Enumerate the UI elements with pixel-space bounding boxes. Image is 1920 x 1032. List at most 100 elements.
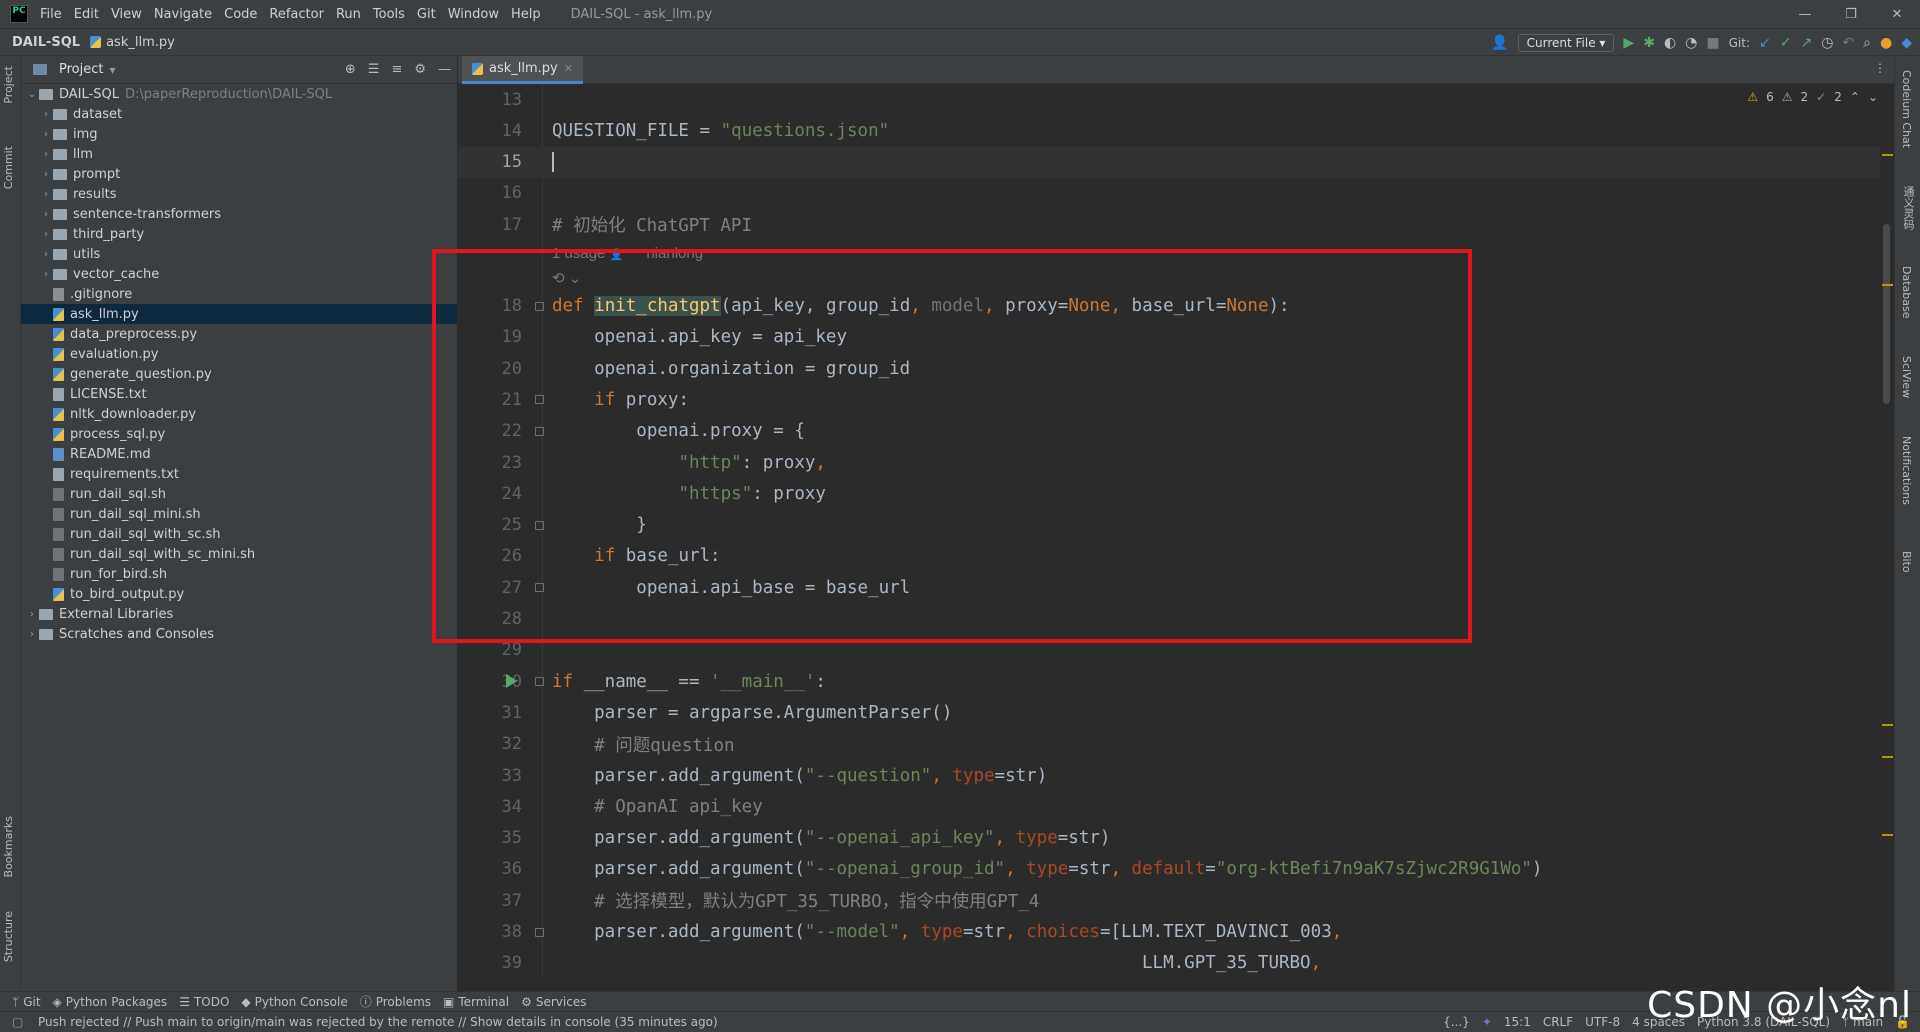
tab-bookmarks[interactable]: Bookmarks — [2, 816, 15, 877]
update-icon[interactable]: ● — [1880, 35, 1892, 51]
warning-marker[interactable] — [1882, 724, 1893, 726]
code-line[interactable]: 34 # OpanAI api_key — [458, 791, 1880, 822]
ai-assistant-icon[interactable]: ✦ — [1482, 1015, 1492, 1029]
tree-file[interactable]: requirements.txt — [21, 464, 457, 484]
code-line[interactable]: 37 # 选择模型，默认为GPT_35_TURBO，指令中使用GPT_4 — [458, 885, 1880, 916]
project-panel-title[interactable]: Project — [59, 62, 103, 77]
caret-position[interactable]: 15:1 — [1504, 1015, 1531, 1029]
tree-file[interactable]: process_sql.py — [21, 424, 457, 444]
tree-folder[interactable]: › llm — [21, 144, 457, 164]
tab-project[interactable]: Project — [2, 66, 15, 104]
warning-marker[interactable] — [1882, 154, 1893, 156]
tab-ask-llm[interactable]: ask_llm.py ✕ — [462, 56, 583, 84]
chevron-right-icon[interactable]: › — [39, 269, 53, 280]
tree-folder[interactable]: › dataset — [21, 104, 457, 124]
code-line[interactable]: 31 parser = argparse.ArgumentParser() — [458, 697, 1880, 728]
chevron-right-icon[interactable]: › — [25, 609, 39, 620]
code-text[interactable]: QUESTION_FILE = "questions.json" — [552, 121, 889, 141]
code-line[interactable]: 35 parser.add_argument("--openai_api_key… — [458, 823, 1880, 854]
tree-file[interactable]: LICENSE.txt — [21, 384, 457, 404]
status-message[interactable]: Push rejected // Push main to origin/mai… — [38, 1015, 718, 1029]
tree-file[interactable]: data_preprocess.py — [21, 324, 457, 344]
tree-file[interactable]: nltk_downloader.py — [21, 404, 457, 424]
chevron-down-icon[interactable]: ▾ — [109, 63, 115, 77]
menu-navigate[interactable]: Navigate — [154, 7, 212, 22]
code-line[interactable]: 33 parser.add_argument("--question", typ… — [458, 760, 1880, 791]
toolbox-icon[interactable]: ◆ — [1901, 35, 1912, 51]
braces-widget[interactable]: {...} — [1443, 1015, 1470, 1029]
code-text[interactable]: parser.add_argument("--question", type=s… — [552, 766, 1047, 786]
tree-folder[interactable]: › img — [21, 124, 457, 144]
chevron-right-icon[interactable]: › — [39, 209, 53, 220]
tab-codeium-chat[interactable]: Codeium Chat — [1900, 70, 1913, 148]
hide-icon[interactable]: — — [438, 62, 451, 77]
tree-folder[interactable]: › sentence-transformers — [21, 204, 457, 224]
code-text[interactable]: parser.add_argument("--openai_api_key", … — [552, 828, 1110, 848]
menu-git[interactable]: Git — [417, 7, 436, 22]
warning-marker[interactable] — [1882, 756, 1893, 758]
more-icon[interactable]: ⋮ — [1874, 61, 1886, 75]
code-line[interactable]: 38 parser.add_argument("--model", type=s… — [458, 917, 1880, 948]
code-line[interactable]: 39 LLM.GPT_35_TURBO, — [458, 948, 1880, 975]
run-icon[interactable]: ▶ — [1623, 35, 1634, 51]
chevron-right-icon[interactable]: › — [39, 129, 53, 140]
code-line[interactable]: 17 # 初始化 ChatGPT API — [458, 209, 1880, 240]
chevron-right-icon[interactable]: › — [39, 249, 53, 260]
chevron-right-icon[interactable]: › — [39, 109, 53, 120]
tree-folder[interactable]: › utils — [21, 244, 457, 264]
tree-file[interactable]: run_dail_sql_mini.sh — [21, 504, 457, 524]
tree-file[interactable]: run_dail_sql.sh — [21, 484, 457, 504]
menu-code[interactable]: Code — [224, 7, 257, 22]
restore-button[interactable]: ❐ — [1828, 0, 1874, 28]
tree-file[interactable]: run_dail_sql_with_sc.sh — [21, 524, 457, 544]
chevron-right-icon[interactable]: › — [39, 229, 53, 240]
code-line[interactable]: 13 — [458, 84, 1880, 115]
tree-folder[interactable]: › vector_cache — [21, 264, 457, 284]
tree-root[interactable]: ⌄ DAIL-SQL D:\paperReproduction\DAIL-SQL — [21, 84, 457, 104]
layout-icon[interactable]: ▢ — [12, 1015, 23, 1029]
close-icon[interactable]: ✕ — [564, 62, 573, 75]
rollback-icon[interactable]: ↶ — [1842, 35, 1854, 51]
tree-file[interactable]: run_for_bird.sh — [21, 564, 457, 584]
tree-file[interactable]: README.md — [21, 444, 457, 464]
tree-file[interactable]: generate_question.py — [21, 364, 457, 384]
menu-run[interactable]: Run — [336, 7, 361, 22]
git-commit-icon[interactable]: ✓ — [1780, 35, 1792, 51]
code-line[interactable]: 36 parser.add_argument("--openai_group_i… — [458, 854, 1880, 885]
fold-marker-icon[interactable] — [535, 927, 544, 937]
tree-file[interactable]: to_bird_output.py — [21, 584, 457, 604]
code-line[interactable]: 16 — [458, 178, 1880, 209]
expand-all-icon[interactable]: ☰ — [368, 62, 380, 77]
code-text[interactable]: parser = argparse.ArgumentParser() — [552, 703, 952, 723]
code-text[interactable]: # 选择模型，默认为GPT_35_TURBO，指令中使用GPT_4 — [552, 888, 1039, 913]
menu-file[interactable]: File — [40, 7, 62, 22]
code-text[interactable]: parser.add_argument("--model", type=str,… — [552, 922, 1342, 942]
menu-edit[interactable]: Edit — [74, 7, 99, 22]
menu-refactor[interactable]: Refactor — [269, 7, 324, 22]
tab-tongyi[interactable]: 通义灵码 — [1900, 186, 1916, 230]
tree-folder[interactable]: › results — [21, 184, 457, 204]
code-text[interactable]: if __name__ == '__main__': — [552, 672, 826, 692]
code-text[interactable] — [552, 152, 554, 173]
code-text[interactable]: # 初始化 ChatGPT API — [552, 212, 752, 237]
menu-view[interactable]: View — [111, 7, 142, 22]
tab-problems[interactable]: ⓘ Problems — [360, 993, 431, 1010]
git-push-icon[interactable]: ↗ — [1800, 35, 1812, 51]
gear-icon[interactable]: ⚙ — [414, 62, 426, 77]
editor-scrollbar[interactable] — [1880, 84, 1894, 975]
line-separator[interactable]: CRLF — [1543, 1015, 1573, 1029]
tab-terminal[interactable]: ▣ Terminal — [443, 995, 509, 1009]
tree-extra[interactable]: › Scratches and Consoles — [21, 624, 457, 644]
menu-window[interactable]: Window — [448, 7, 499, 22]
tab-todo[interactable]: ☰ TODO — [179, 995, 229, 1009]
warning-marker[interactable] — [1882, 284, 1893, 286]
git-update-icon[interactable]: ↙ — [1759, 35, 1771, 51]
run-config-select[interactable]: Current File ▾ — [1517, 34, 1615, 52]
chevron-right-icon[interactable]: › — [39, 169, 53, 180]
chevron-right-icon[interactable]: › — [25, 629, 39, 640]
close-window-button[interactable]: ✕ — [1874, 0, 1920, 28]
tree-file[interactable]: run_dail_sql_with_sc_mini.sh — [21, 544, 457, 564]
code-text[interactable]: parser.add_argument("--openai_group_id",… — [552, 859, 1542, 879]
tab-python-packages[interactable]: ◈ Python Packages — [53, 995, 168, 1009]
tab-services[interactable]: ⚙ Services — [521, 995, 586, 1009]
